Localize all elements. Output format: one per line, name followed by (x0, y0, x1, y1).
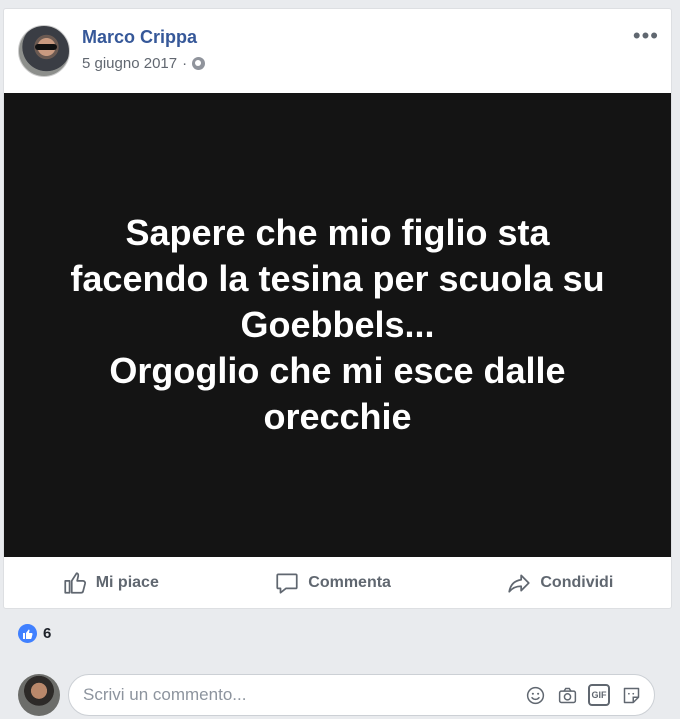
post-card: Marco Crippa 5 giugno 2017 · ••• Sapere … (3, 8, 672, 609)
share-icon (508, 574, 530, 593)
comment-button[interactable]: Commenta (274, 570, 391, 596)
globe-icon[interactable] (192, 57, 206, 70)
more-options-icon[interactable]: ••• (633, 23, 659, 49)
reactions-summary[interactable]: 6 (18, 624, 51, 643)
emoji-icon[interactable] (524, 684, 546, 706)
comment-input-icons: GIF (524, 684, 642, 706)
comment-input[interactable]: Scrivi un commento... GIF (68, 674, 655, 716)
post-image-text: Sapere che mio figlio sta facendo la tes… (70, 212, 605, 437)
reaction-count: 6 (43, 625, 52, 642)
like-label: Mi piace (95, 574, 159, 591)
gif-label: GIF (588, 684, 610, 706)
share-button[interactable]: Condividi (506, 570, 613, 596)
date-separator: · (182, 55, 188, 72)
camera-icon[interactable] (556, 684, 578, 706)
post-image[interactable]: Sapere che mio figlio sta facendo la tes… (4, 93, 671, 557)
comment-composer: Scrivi un commento... GIF (0, 666, 680, 719)
author-avatar[interactable] (18, 25, 70, 77)
like-button[interactable]: Mi piace (62, 570, 159, 596)
post-actions: Mi piace Commenta Condividi (4, 557, 671, 609)
post-meta: 5 giugno 2017 · (82, 55, 206, 72)
post-header: Marco Crippa 5 giugno 2017 · ••• (4, 9, 671, 93)
thumbs-up-icon (64, 572, 86, 594)
author-name[interactable]: Marco Crippa (82, 27, 197, 48)
share-label: Condividi (540, 574, 614, 591)
sticker-icon[interactable] (620, 684, 642, 706)
like-reaction-icon (18, 624, 37, 643)
gif-icon[interactable]: GIF (588, 684, 610, 706)
comment-placeholder: Scrivi un commento... (83, 685, 247, 704)
comment-icon (276, 573, 298, 594)
post-date[interactable]: 5 giugno 2017 (82, 55, 177, 72)
comment-label: Commenta (308, 574, 391, 591)
user-avatar[interactable] (18, 674, 60, 716)
